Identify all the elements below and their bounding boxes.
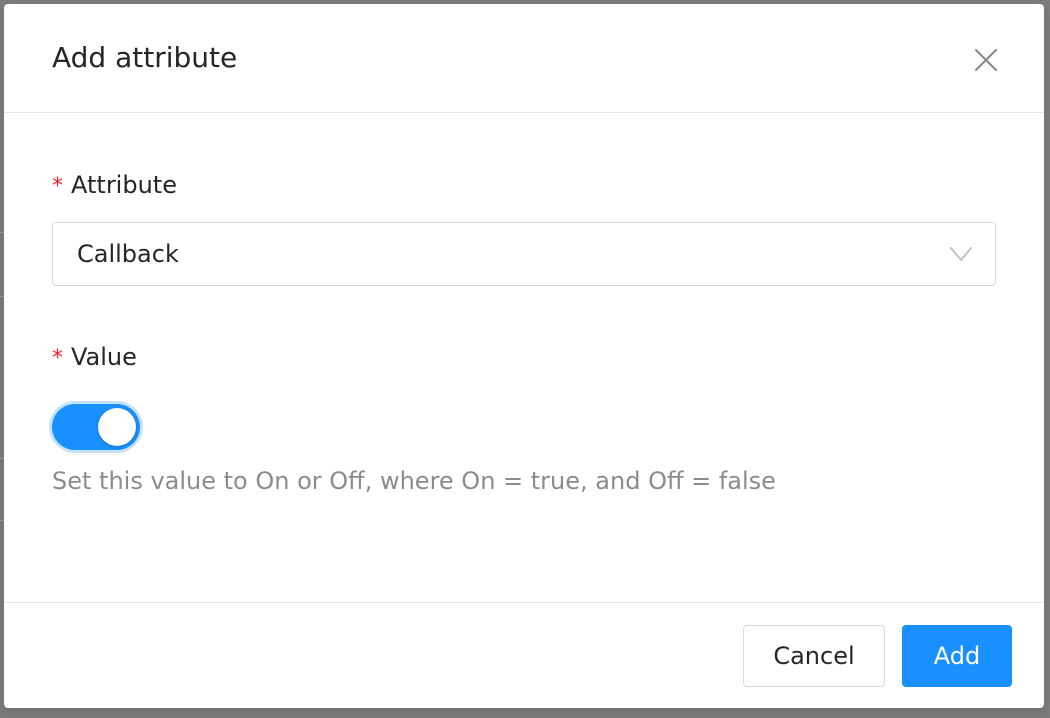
value-label-text: Value: [71, 343, 137, 371]
add-button[interactable]: Add: [902, 625, 1012, 687]
dialog-title: Add attribute: [52, 41, 238, 74]
attribute-select[interactable]: Callback: [52, 222, 996, 286]
switch-knob: [98, 408, 136, 446]
attribute-label: * Attribute: [52, 168, 177, 204]
close-icon: [974, 48, 998, 72]
dialog-footer: Cancel Add: [4, 602, 1044, 709]
value-label: * Value: [52, 340, 137, 376]
value-switch[interactable]: [52, 404, 140, 450]
value-help-text: Set this value to On or Off, where On = …: [52, 467, 776, 495]
attribute-label-text: Attribute: [71, 171, 177, 199]
cancel-button[interactable]: Cancel: [743, 625, 885, 687]
chevron-down-icon: [950, 247, 972, 261]
close-button[interactable]: [966, 40, 1006, 80]
add-attribute-dialog: Add attribute * Attribute Callback * Value…: [4, 4, 1044, 708]
attribute-select-value: Callback: [77, 240, 179, 268]
required-mark: *: [52, 174, 63, 199]
required-mark: *: [52, 346, 63, 371]
dialog-header: Add attribute: [4, 4, 1044, 113]
